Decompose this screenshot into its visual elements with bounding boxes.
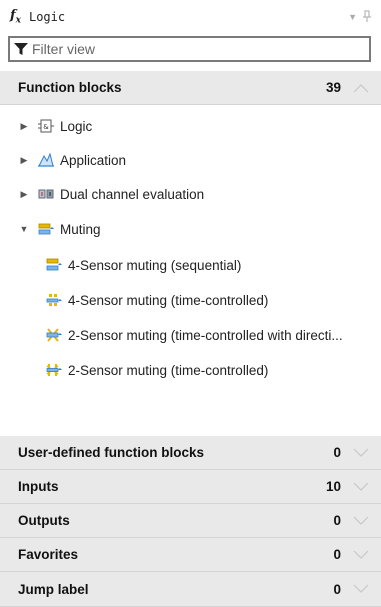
- tree-item-muting-time-controlled[interactable]: 4-Sensor muting (time-controlled): [0, 283, 381, 317]
- tree-group-label: Logic: [60, 118, 93, 134]
- chevron-down-icon[interactable]: [353, 448, 369, 458]
- function-blocks-header[interactable]: Function blocks 39: [0, 71, 381, 105]
- chevron-up-icon[interactable]: [353, 83, 369, 93]
- user-defined-function-blocks-header[interactable]: User-defined function blocks 0: [0, 436, 381, 470]
- section-count: 0: [333, 547, 341, 562]
- dropdown-icon[interactable]: ▼: [348, 12, 357, 22]
- panel-title: Logic: [28, 10, 66, 24]
- tree-item-muting-sequential[interactable]: 4-Sensor muting (sequential): [0, 248, 381, 282]
- function-icon: fx: [10, 8, 21, 26]
- tree-group-label: Application: [60, 152, 127, 168]
- dual-channel-icon: [38, 189, 54, 199]
- filter-input[interactable]: [32, 41, 352, 57]
- section-count: 0: [333, 513, 341, 528]
- section-count: 0: [333, 581, 341, 597]
- pin-icon[interactable]: [363, 10, 371, 24]
- tree-group-application[interactable]: ▶ Application: [0, 143, 381, 177]
- chevron-down-icon[interactable]: [353, 482, 369, 492]
- tree-group-dual-channel[interactable]: ▶ Dual channel evaluation: [0, 177, 381, 211]
- collapse-arrow-icon[interactable]: ▼: [18, 224, 30, 234]
- expand-arrow-icon[interactable]: ▶: [18, 155, 30, 166]
- section-label: User-defined function blocks: [18, 445, 205, 460]
- application-icon: [38, 153, 54, 167]
- section-label: Favorites: [18, 547, 79, 562]
- muting-two-sensor-icon: [46, 364, 62, 376]
- tree-item-label: 4-Sensor muting (time-controlled): [68, 292, 269, 308]
- filter-funnel-icon: [14, 43, 28, 55]
- chevron-down-icon[interactable]: [353, 550, 369, 560]
- jump-label-header[interactable]: Jump label 0: [0, 572, 381, 607]
- expand-arrow-icon[interactable]: ▶: [18, 121, 30, 132]
- section-label: Outputs: [18, 513, 70, 528]
- svg-text:&: &: [43, 123, 49, 131]
- filter-box[interactable]: [8, 36, 371, 62]
- section-label: Jump label: [18, 581, 89, 597]
- section-count: 0: [333, 445, 341, 460]
- tree-item-muting-two-sensor[interactable]: 2-Sensor muting (time-controlled): [0, 353, 381, 387]
- logic-block-icon: &: [38, 119, 54, 133]
- tree-item-label: 2-Sensor muting (time-controlled with di…: [68, 327, 343, 343]
- section-count: 39: [325, 80, 341, 95]
- expand-arrow-icon[interactable]: ▶: [18, 189, 30, 200]
- tree-group-muting[interactable]: ▼ Muting: [0, 212, 381, 246]
- section-label: Inputs: [18, 479, 59, 494]
- muting-icon: [38, 223, 54, 235]
- tree-group-logic[interactable]: ▶ & Logic: [0, 109, 381, 143]
- tree-group-label: Dual channel evaluation: [60, 186, 205, 202]
- chevron-down-icon[interactable]: [353, 516, 369, 526]
- chevron-down-icon[interactable]: [353, 584, 369, 594]
- tree-group-label: Muting: [60, 221, 101, 237]
- tree-item-label: 4-Sensor muting (sequential): [68, 257, 242, 273]
- muting-directional-icon: [46, 328, 62, 342]
- outputs-header[interactable]: Outputs 0: [0, 504, 381, 538]
- muting-sequential-icon: [46, 258, 62, 271]
- favorites-header[interactable]: Favorites 0: [0, 538, 381, 572]
- muting-time-controlled-icon: [46, 294, 62, 306]
- section-label: Function blocks: [18, 80, 122, 95]
- tree-item-muting-directional[interactable]: 2-Sensor muting (time-controlled with di…: [0, 318, 381, 352]
- section-count: 10: [325, 479, 341, 494]
- panel-titlebar: fx Logic ▼: [0, 0, 381, 34]
- tree-item-label: 2-Sensor muting (time-controlled): [68, 362, 269, 378]
- inputs-header[interactable]: Inputs 10: [0, 470, 381, 504]
